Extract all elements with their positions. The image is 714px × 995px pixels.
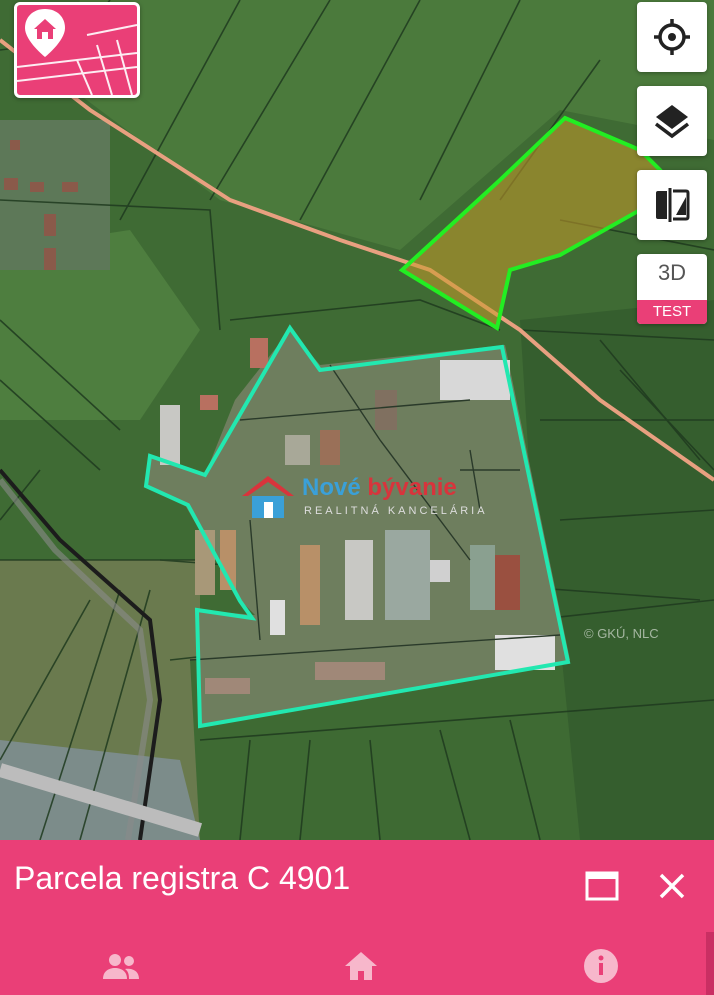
layers-button[interactable]	[637, 86, 707, 156]
people-icon	[103, 954, 139, 979]
view-3d-label: 3D	[657, 260, 687, 285]
panel-scrollbar[interactable]	[706, 932, 714, 995]
view-3d-button[interactable]: 3D TEST	[637, 254, 707, 324]
maximize-icon	[585, 871, 619, 901]
house-logo-icon	[242, 476, 294, 518]
tab-owners[interactable]	[96, 946, 146, 986]
map-pin-home-icon	[17, 9, 137, 95]
test-badge: TEST	[637, 300, 707, 324]
close-button[interactable]	[650, 864, 694, 908]
close-icon	[659, 873, 685, 899]
tab-property[interactable]	[336, 946, 386, 986]
satellite-map[interactable]	[0, 0, 714, 840]
map-copyright: © GKÚ, NLC	[584, 626, 659, 641]
split-compare-icon	[656, 188, 690, 222]
info-icon	[584, 949, 618, 983]
watermark-tagline: REALITNÁ KANCELÁRIA	[304, 505, 488, 517]
map-home-button[interactable]	[14, 2, 140, 98]
crosshair-icon	[654, 19, 690, 55]
parcel-title: Parcela registra C 4901	[14, 860, 351, 896]
brand-watermark: Nové bývanie REALITNÁ KANCELÁRIA	[238, 472, 485, 522]
map-view[interactable]: Nové bývanie REALITNÁ KANCELÁRIA © GKÚ, …	[0, 0, 714, 840]
compare-button[interactable]	[637, 170, 707, 240]
tab-info[interactable]	[576, 946, 626, 986]
layers-icon	[654, 105, 690, 139]
watermark-title: Nové bývanie	[302, 474, 457, 501]
home-icon	[345, 952, 377, 980]
maximize-button[interactable]	[580, 866, 624, 906]
locate-button[interactable]	[637, 2, 707, 72]
parcel-info-panel: Parcela registra C 4901	[0, 840, 714, 995]
